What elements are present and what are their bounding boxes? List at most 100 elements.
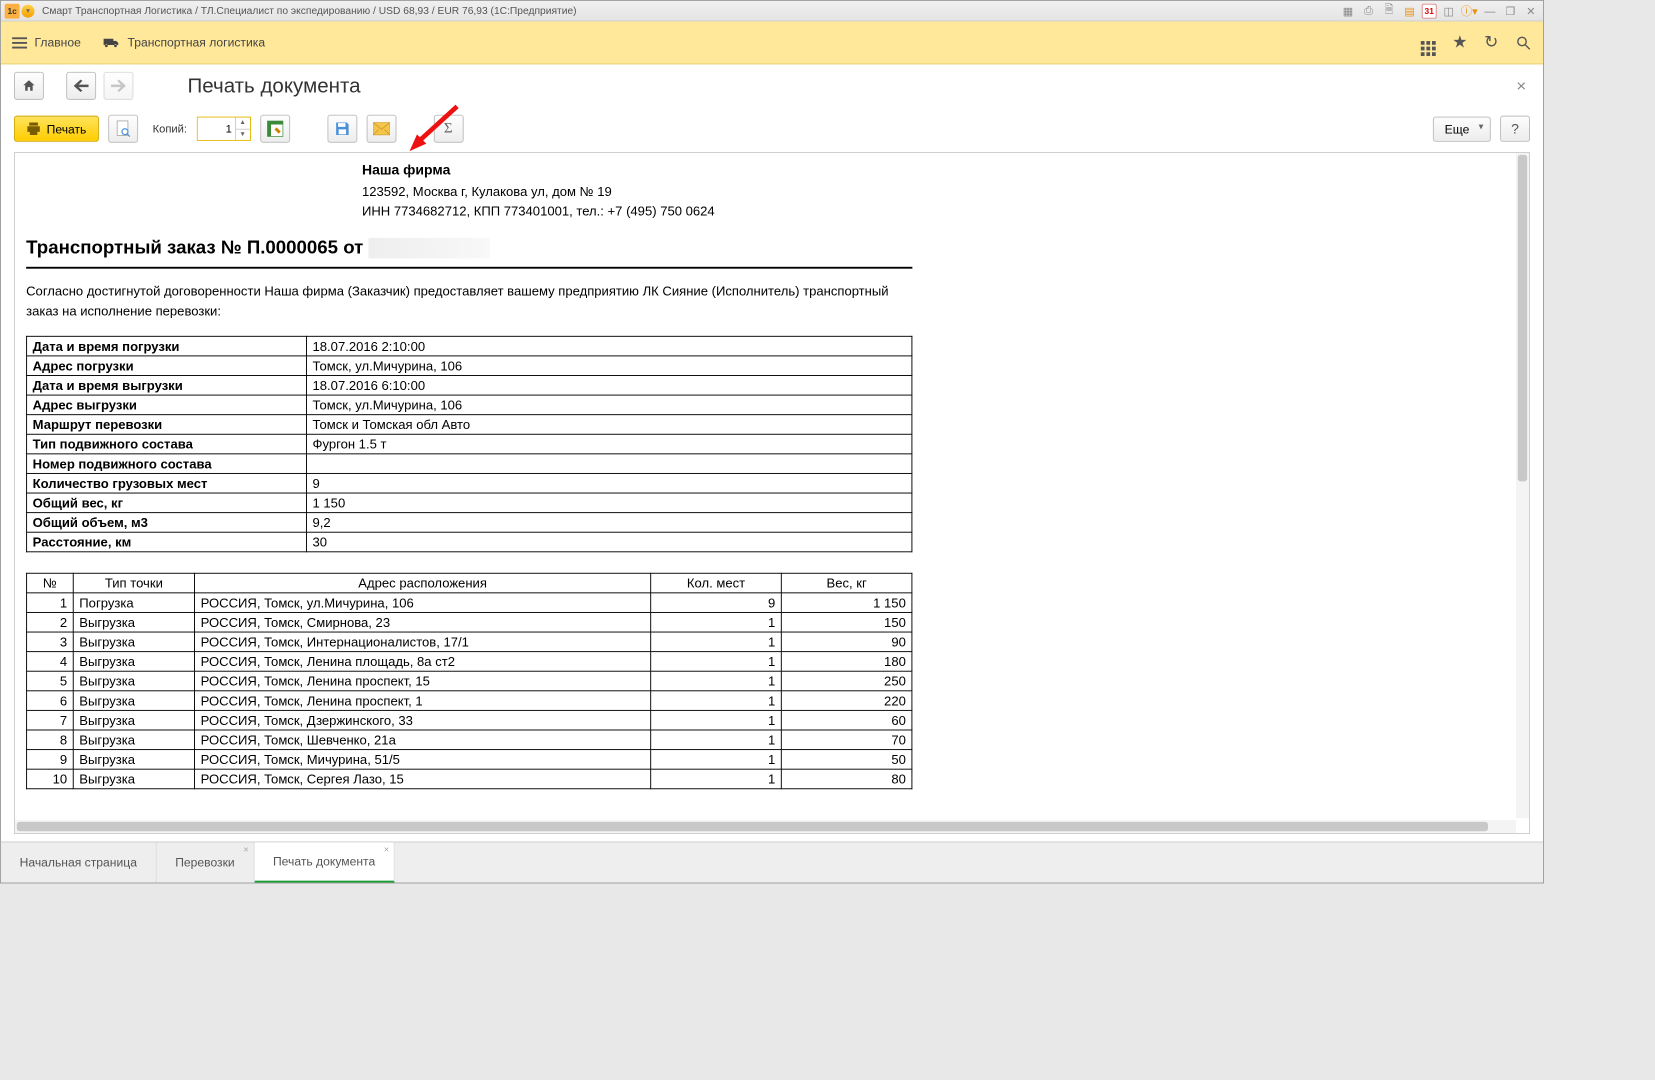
titlebar-panels-icon[interactable]: ◫	[1440, 3, 1457, 18]
history-icon[interactable]: ↻	[1484, 33, 1498, 53]
table-cell: Выгрузка	[73, 769, 194, 789]
titlebar-info-icon[interactable]: ⓘ▾	[1461, 3, 1478, 18]
arrow-right-icon	[111, 79, 126, 92]
table-cell: 10	[27, 769, 74, 789]
company-ids: ИНН 7734682712, КПП 773401001, тел.: +7 …	[362, 201, 1518, 221]
info-value: 9	[306, 473, 911, 493]
table-cell: 1 150	[781, 592, 912, 612]
sigma-icon: Σ	[444, 120, 453, 137]
info-row: Общий вес, кг1 150	[27, 493, 912, 513]
info-key: Номер подвижного состава	[27, 453, 307, 473]
table-cell: 5	[27, 671, 74, 691]
tab-start-label: Начальная страница	[20, 855, 137, 869]
table-cell: 1	[651, 671, 782, 691]
info-value: Томск и Томская обл Авто	[306, 414, 911, 434]
title-rule	[26, 266, 912, 268]
info-key: Адрес выгрузки	[27, 395, 307, 415]
table-cell: РОССИЯ, Томск, ул.Мичурина, 106	[195, 592, 651, 612]
table-row: 8ВыгрузкаРОССИЯ, Томск, Шевченко, 21а170	[27, 730, 912, 750]
edit-template-button[interactable]	[260, 115, 290, 143]
info-value: 18.07.2016 6:10:00	[306, 375, 911, 395]
nav-home[interactable]: Главное	[12, 35, 81, 49]
table-cell: 3	[27, 632, 74, 652]
nav-logistics[interactable]: Транспортная логистика	[103, 35, 265, 49]
more-button-label: Еще	[1445, 122, 1470, 136]
info-row: Маршрут перевозкиТомск и Томская обл Авт…	[27, 414, 912, 434]
floppy-icon	[334, 121, 349, 136]
titlebar-calendar-icon[interactable]: 31	[1422, 3, 1437, 18]
tab-close-icon[interactable]: ×	[384, 845, 389, 855]
table-cell: 1	[651, 690, 782, 710]
table-cell: 1	[27, 592, 74, 612]
tab-start[interactable]: Начальная страница	[1, 842, 157, 882]
table-cell: Выгрузка	[73, 690, 194, 710]
tab-perevozki[interactable]: Перевозки ×	[157, 842, 255, 882]
info-row: Адрес погрузкиТомск, ул.Мичурина, 106	[27, 355, 912, 375]
save-button[interactable]	[327, 115, 357, 143]
info-row: Расстояние, км30	[27, 532, 912, 552]
titlebar-calc-icon[interactable]: ▤	[1401, 3, 1418, 18]
table-cell: Выгрузка	[73, 651, 194, 671]
info-value: Томск, ул.Мичурина, 106	[306, 355, 911, 375]
home-button[interactable]	[14, 72, 44, 100]
spinner-down-icon[interactable]: ▼	[236, 129, 250, 140]
table-row: 3ВыгрузкаРОССИЯ, Томск, Интернационалист…	[27, 632, 912, 652]
table-cell: Погрузка	[73, 592, 194, 612]
apps-grid-icon[interactable]	[1421, 29, 1436, 55]
table-cell: 180	[781, 651, 912, 671]
table-cell: РОССИЯ, Томск, Мичурина, 51/5	[195, 749, 651, 769]
table-cell: 9	[27, 749, 74, 769]
vertical-scrollbar[interactable]	[1516, 153, 1529, 818]
window-restore-icon[interactable]: ❐	[1502, 3, 1519, 18]
table-cell: 6	[27, 690, 74, 710]
window-close-icon[interactable]: ✕	[1522, 3, 1539, 18]
favorites-star-icon[interactable]: ★	[1452, 33, 1467, 53]
titlebar-dropdown-icon[interactable]: ▾	[21, 4, 34, 17]
table-cell: Выгрузка	[73, 710, 194, 730]
email-button[interactable]	[366, 115, 396, 143]
copies-spinner[interactable]: ▲ ▼	[196, 117, 250, 141]
document-viewport[interactable]: Наша фирма 123592, Москва г, Кулакова ул…	[14, 152, 1530, 834]
table-cell: РОССИЯ, Томск, Смирнова, 23	[195, 612, 651, 632]
table-cell: Выгрузка	[73, 632, 194, 652]
search-icon[interactable]	[1515, 34, 1532, 51]
info-value: 18.07.2016 2:10:00	[306, 336, 911, 356]
table-cell: 220	[781, 690, 912, 710]
tab-print-document[interactable]: Печать документа ×	[254, 842, 394, 882]
table-cell: РОССИЯ, Томск, Ленина проспект, 1	[195, 690, 651, 710]
titlebar-icon-1[interactable]: ▦	[1340, 3, 1357, 18]
table-cell: РОССИЯ, Томск, Шевченко, 21а	[195, 730, 651, 750]
horizontal-scrollbar[interactable]	[15, 820, 1516, 833]
help-button[interactable]: ?	[1500, 116, 1530, 142]
table-cell: 1	[651, 632, 782, 652]
table-cell: 250	[781, 671, 912, 691]
table-row: 4ВыгрузкаРОССИЯ, Томск, Ленина площадь, …	[27, 651, 912, 671]
tab-close-icon[interactable]: ×	[243, 845, 248, 855]
table-cell: Выгрузка	[73, 612, 194, 632]
table-cell: Выгрузка	[73, 730, 194, 750]
print-button[interactable]: Печать	[14, 116, 99, 142]
table-cell: Выгрузка	[73, 671, 194, 691]
spinner-up-icon[interactable]: ▲	[236, 118, 250, 130]
more-button[interactable]: Еще	[1433, 116, 1491, 141]
printer-icon	[26, 121, 41, 136]
sum-button[interactable]: Σ	[433, 115, 463, 143]
titlebar-doc-icon[interactable]: 🗎	[1381, 3, 1398, 18]
table-cell: 1	[651, 710, 782, 730]
info-key: Маршрут перевозки	[27, 414, 307, 434]
back-button[interactable]	[66, 72, 96, 100]
preview-button[interactable]	[108, 115, 138, 143]
copies-label: Копий:	[153, 122, 187, 135]
info-value: Томск, ул.Мичурина, 106	[306, 395, 911, 415]
copies-input[interactable]	[197, 118, 234, 140]
window-minimize-icon[interactable]: —	[1481, 3, 1498, 18]
info-key: Общий вес, кг	[27, 493, 307, 513]
table-cell: 90	[781, 632, 912, 652]
page-close-icon[interactable]: ×	[1516, 76, 1530, 96]
table-cell: 1	[651, 651, 782, 671]
pts-header: Кол. мест	[651, 573, 782, 593]
info-row: Адрес выгрузкиТомск, ул.Мичурина, 106	[27, 395, 912, 415]
preview-icon	[115, 120, 130, 137]
titlebar-print-icon[interactable]: ⎙	[1360, 3, 1377, 18]
document-title-text: Транспортный заказ № П.0000065 от	[26, 237, 363, 258]
